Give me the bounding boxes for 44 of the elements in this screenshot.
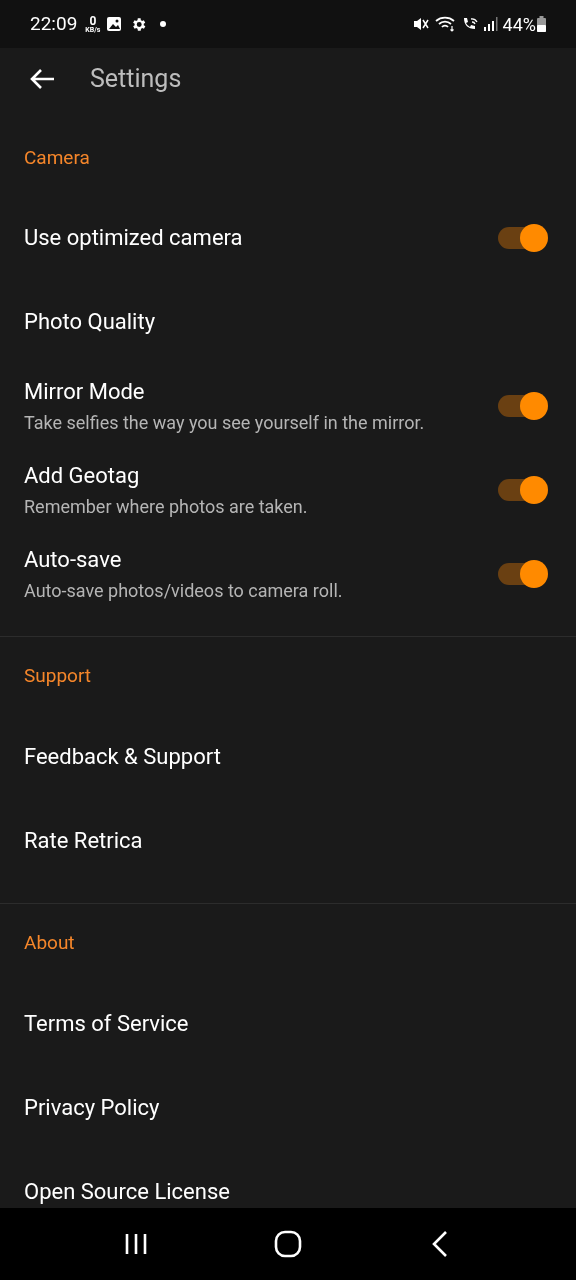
network-speed-value: 0: [89, 14, 97, 27]
status-time: 22:09: [30, 10, 78, 37]
setting-title: Terms of Service: [24, 1010, 190, 1038]
image-icon: [106, 16, 123, 32]
settings-icon: [130, 15, 148, 33]
signal-icon: [482, 16, 499, 32]
section-header: Camera: [24, 144, 90, 171]
toggle-switch[interactable]: [498, 392, 548, 420]
recent-apps-icon: [124, 1233, 148, 1255]
setting-description: Remember where photos are taken.: [24, 495, 309, 518]
mute-icon: [412, 16, 429, 32]
setting-title: Photo Quality: [24, 308, 157, 336]
wifi-icon: [434, 16, 457, 32]
back-icon: [432, 1231, 448, 1257]
settings-row[interactable]: Photo Quality: [0, 280, 576, 364]
settings-row[interactable]: Terms of Service: [0, 982, 576, 1066]
toggle-switch[interactable]: [498, 476, 548, 504]
setting-description: Take selfies the way you see yourself in the mirror.: [24, 411, 426, 434]
setting-title: Auto-save: [24, 546, 123, 574]
setting-title: Use optimized camera: [24, 224, 244, 252]
settings-row[interactable]: Mirror Mode Take selfies the way you see yourself in the mirror.: [0, 364, 576, 448]
section-header: Support: [24, 662, 92, 689]
settings-row[interactable]: Open Source License: [0, 1150, 576, 1208]
battery-percentage: 44%: [502, 12, 536, 37]
setting-title: Rate Retrica: [24, 827, 144, 855]
back-arrow-icon: [29, 68, 55, 90]
setting-title: Mirror Mode: [24, 378, 146, 406]
setting-title: Add Geotag: [24, 462, 141, 490]
setting-title: Open Source License: [24, 1178, 231, 1206]
setting-title: Privacy Policy: [24, 1094, 161, 1122]
battery-icon: [537, 16, 546, 32]
setting-title: Feedback & Support: [24, 743, 222, 771]
section-header: About: [24, 929, 75, 956]
settings-row[interactable]: Add Geotag Remember where photos are taken.: [0, 448, 576, 532]
setting-description: Auto-save photos/videos to camera roll.: [24, 579, 344, 602]
toggle-switch[interactable]: [498, 224, 548, 252]
toggle-switch[interactable]: [498, 560, 548, 588]
screen-title: Settings: [90, 63, 182, 96]
settings-row[interactable]: Use optimized camera: [0, 196, 576, 280]
settings-row[interactable]: Auto-save Auto-save photos/videos to camera roll.: [0, 532, 576, 616]
settings-row[interactable]: Privacy Policy: [0, 1066, 576, 1150]
home-icon: [274, 1230, 302, 1258]
settings-row[interactable]: Rate Retrica: [0, 799, 576, 883]
settings-row[interactable]: Feedback & Support: [0, 715, 576, 799]
